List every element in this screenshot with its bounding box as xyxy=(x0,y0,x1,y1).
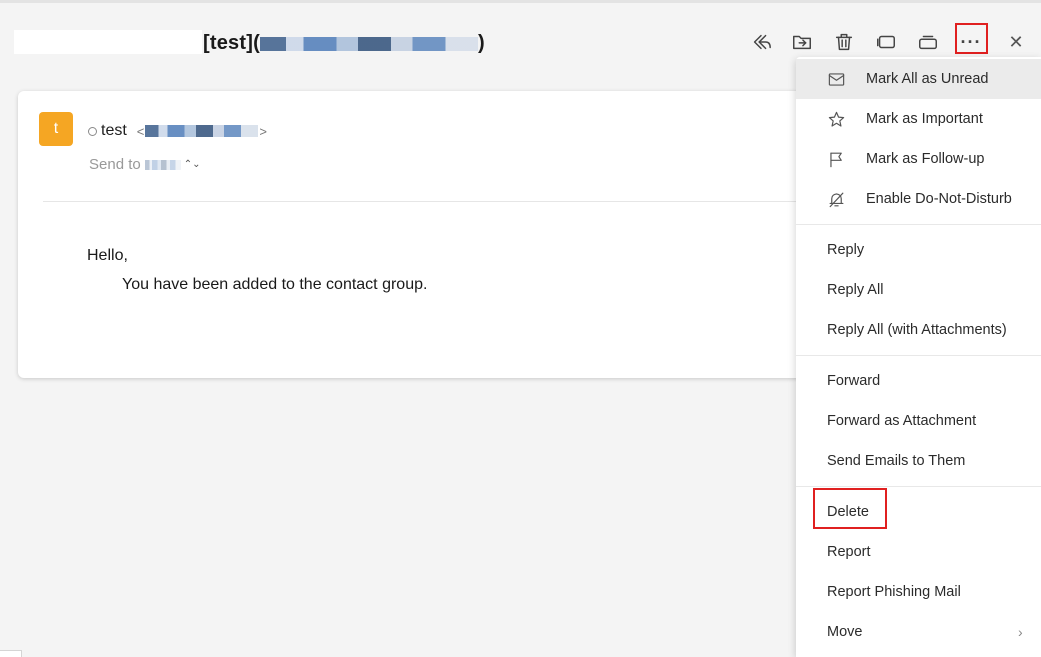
menu-item-forward[interactable]: Forward xyxy=(796,361,1041,401)
send-to-label: Send to xyxy=(89,156,141,173)
menu-item-label: Reply xyxy=(827,242,865,258)
menu-item-mark-important[interactable]: Mark as Important xyxy=(796,99,1041,139)
star-icon xyxy=(826,109,846,129)
more-icon[interactable]: ··· xyxy=(958,29,984,55)
sender-email[interactable]: < > xyxy=(137,124,267,139)
minimize-window-icon[interactable] xyxy=(915,29,941,55)
menu-item-label: Mark as Important xyxy=(866,111,983,127)
chevron-right-icon: › xyxy=(1018,624,1023,640)
status-dot-icon xyxy=(88,126,97,136)
menu-item-reply[interactable]: Reply xyxy=(796,230,1041,270)
send-to-row[interactable]: Send to ⌃⌄ xyxy=(89,156,200,173)
menu-item-label: Mark as Follow-up xyxy=(866,151,985,167)
header-divider xyxy=(43,201,818,202)
menu-item-move[interactable]: Move › xyxy=(796,612,1041,652)
menu-item-report[interactable]: Report xyxy=(796,532,1041,572)
flag-icon xyxy=(826,149,846,169)
bell-off-icon xyxy=(826,189,846,209)
more-actions-menu: Mark All as Unread Mark as Important Mar… xyxy=(796,57,1041,657)
menu-item-forward-as-attachment[interactable]: Forward as Attachment xyxy=(796,401,1041,441)
menu-item-label: Send Emails to Them xyxy=(827,453,966,469)
reply-all-icon[interactable] xyxy=(748,29,774,55)
menu-separator xyxy=(796,355,1041,356)
menu-item-do-not-disturb[interactable]: Enable Do-Not-Disturb xyxy=(796,179,1041,219)
expand-recipients-icon[interactable]: ⌃⌄ xyxy=(184,159,201,170)
menu-item-label: Delete xyxy=(827,504,869,520)
avatar: t xyxy=(39,112,73,146)
body-text: You have been added to the contact group… xyxy=(122,276,428,293)
envelope-icon xyxy=(826,69,846,89)
mail-card: t test < > Send to ⌃⌄ Hello, You have bee… xyxy=(18,91,818,378)
sender-name[interactable]: test xyxy=(101,122,127,140)
redacted-email xyxy=(145,125,259,137)
menu-item-label: Forward xyxy=(827,373,881,389)
mail-toolbar: ··· ✕ xyxy=(0,22,1041,62)
body-greeting: Hello, xyxy=(87,247,128,264)
menu-item-reply-all-attachments[interactable]: Reply All (with Attachments) xyxy=(796,310,1041,350)
email-open-bracket: < xyxy=(136,123,145,139)
sender-row: test < > xyxy=(88,122,267,140)
menu-item-label: Move xyxy=(827,624,863,640)
menu-item-label: Enable Do-Not-Disturb xyxy=(866,191,1012,207)
delete-icon[interactable] xyxy=(831,29,857,55)
menu-item-label: Mark All as Unread xyxy=(866,71,989,87)
redacted-recipient xyxy=(144,159,181,170)
menu-item-label: Reply All (with Attachments) xyxy=(827,322,1007,338)
corner-tab xyxy=(0,650,22,657)
menu-item-label: Report Phishing Mail xyxy=(827,584,961,600)
menu-item-mark-all-unread[interactable]: Mark All as Unread xyxy=(796,59,1041,99)
close-icon[interactable]: ✕ xyxy=(1003,29,1029,55)
menu-item-label: Report xyxy=(827,544,871,560)
menu-item-mark-follow-up[interactable]: Mark as Follow-up xyxy=(796,139,1041,179)
menu-item-delete[interactable]: Delete xyxy=(796,488,1041,532)
window-icon[interactable] xyxy=(873,29,899,55)
menu-separator xyxy=(796,486,1041,487)
menu-separator xyxy=(796,224,1041,225)
menu-item-reply-all[interactable]: Reply All xyxy=(796,270,1041,310)
move-icon[interactable] xyxy=(789,29,815,55)
menu-item-report-phishing[interactable]: Report Phishing Mail xyxy=(796,572,1041,612)
menu-item-send-emails-to-them[interactable]: Send Emails to Them xyxy=(796,441,1041,481)
menu-item-label: Reply All xyxy=(827,282,884,298)
email-close-bracket: > xyxy=(259,123,267,139)
menu-item-label: Forward as Attachment xyxy=(827,413,977,429)
